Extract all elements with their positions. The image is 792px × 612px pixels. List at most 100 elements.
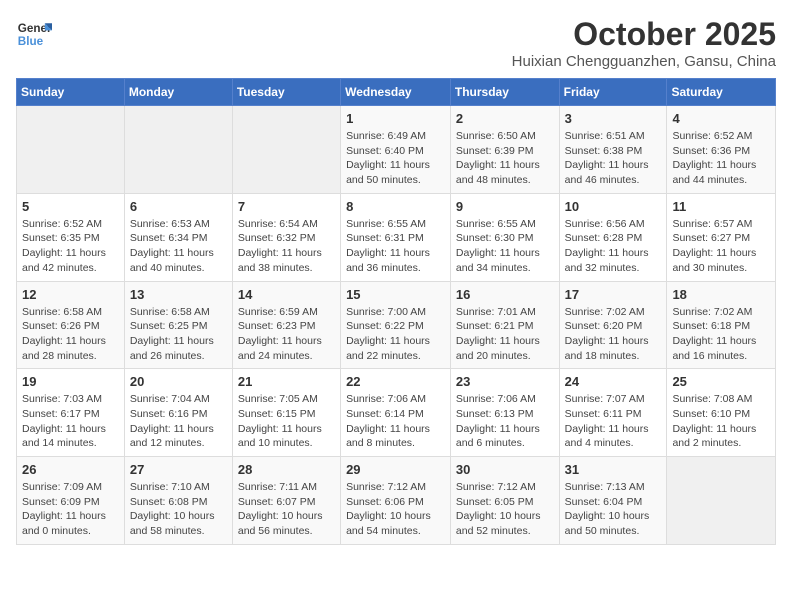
calendar-table: SundayMondayTuesdayWednesdayThursdayFrid… [16, 78, 776, 545]
day-cell: 6 Sunrise: 6:53 AM Sunset: 6:34 PM Daylig… [124, 193, 232, 281]
day-number: 25 [672, 374, 770, 389]
day-number: 19 [22, 374, 119, 389]
day-cell [17, 106, 125, 194]
day-cell: 7 Sunrise: 6:54 AM Sunset: 6:32 PM Daylig… [232, 193, 340, 281]
weekday-header-tuesday: Tuesday [232, 79, 340, 106]
weekday-header-wednesday: Wednesday [341, 79, 451, 106]
day-info: Sunrise: 7:04 AM Sunset: 6:16 PM Dayligh… [130, 392, 227, 451]
week-row-5: 26Sunrise: 7:09 AM Sunset: 6:09 PM Dayli… [17, 457, 776, 545]
day-cell: 17 Sunrise: 7:02 AM Sunset: 6:20 PM Dayli… [559, 281, 667, 369]
day-cell [232, 106, 340, 194]
day-number: 18 [672, 287, 770, 302]
day-number: 23 [456, 374, 554, 389]
weekday-header-sunday: Sunday [17, 79, 125, 106]
day-info: Sunrise: 6:52 AM Sunset: 6:35 PM Dayligh… [22, 217, 119, 276]
day-number: 6 [130, 199, 227, 214]
day-cell: 12Sunrise: 6:58 AM Sunset: 6:26 PM Dayli… [17, 281, 125, 369]
weekday-header-friday: Friday [559, 79, 667, 106]
day-cell: 10Sunrise: 6:56 AM Sunset: 6:28 PM Dayli… [559, 193, 667, 281]
day-cell: 20 Sunrise: 7:04 AM Sunset: 6:16 PM Dayli… [124, 369, 232, 457]
day-info: Sunrise: 6:57 AM Sunset: 6:27 PM Dayligh… [672, 217, 770, 276]
day-info: Sunrise: 7:12 AM Sunset: 6:06 PM Dayligh… [346, 480, 445, 539]
day-info: Sunrise: 7:06 AM Sunset: 6:14 PM Dayligh… [346, 392, 445, 451]
day-info: Sunrise: 6:52 AM Sunset: 6:36 PM Dayligh… [672, 129, 770, 188]
week-row-4: 19 Sunrise: 7:03 AM Sunset: 6:17 PM Dayli… [17, 369, 776, 457]
day-info: Sunrise: 7:11 AM Sunset: 6:07 PM Dayligh… [238, 480, 335, 539]
day-info: Sunrise: 7:08 AM Sunset: 6:10 PM Dayligh… [672, 392, 770, 451]
day-cell: 5 Sunrise: 6:52 AM Sunset: 6:35 PM Daylig… [17, 193, 125, 281]
day-cell: 4 Sunrise: 6:52 AM Sunset: 6:36 PM Daylig… [667, 106, 776, 194]
day-info: Sunrise: 7:01 AM Sunset: 6:21 PM Dayligh… [456, 305, 554, 364]
month-title: October 2025 [512, 16, 776, 53]
day-info: Sunrise: 6:54 AM Sunset: 6:32 PM Dayligh… [238, 217, 335, 276]
day-info: Sunrise: 6:59 AM Sunset: 6:23 PM Dayligh… [238, 305, 335, 364]
day-cell: 24 Sunrise: 7:07 AM Sunset: 6:11 PM Dayli… [559, 369, 667, 457]
day-cell: 16 Sunrise: 7:01 AM Sunset: 6:21 PM Dayli… [450, 281, 559, 369]
day-info: Sunrise: 7:03 AM Sunset: 6:17 PM Dayligh… [22, 392, 119, 451]
day-cell: 13 Sunrise: 6:58 AM Sunset: 6:25 PM Dayli… [124, 281, 232, 369]
location-title: Huixian Chengguanzhen, Gansu, China [512, 53, 776, 70]
day-info: Sunrise: 6:49 AM Sunset: 6:40 PM Dayligh… [346, 129, 445, 188]
day-cell: 19 Sunrise: 7:03 AM Sunset: 6:17 PM Dayli… [17, 369, 125, 457]
day-number: 5 [22, 199, 119, 214]
day-cell: 8Sunrise: 6:55 AM Sunset: 6:31 PM Daylig… [341, 193, 451, 281]
day-number: 17 [565, 287, 662, 302]
day-cell: 2 Sunrise: 6:50 AM Sunset: 6:39 PM Daylig… [450, 106, 559, 194]
day-info: Sunrise: 7:07 AM Sunset: 6:11 PM Dayligh… [565, 392, 662, 451]
day-info: Sunrise: 7:13 AM Sunset: 6:04 PM Dayligh… [565, 480, 662, 539]
day-info: Sunrise: 7:05 AM Sunset: 6:15 PM Dayligh… [238, 392, 335, 451]
day-cell: 30 Sunrise: 7:12 AM Sunset: 6:05 PM Dayli… [450, 457, 559, 545]
week-row-1: 1Sunrise: 6:49 AM Sunset: 6:40 PM Daylig… [17, 106, 776, 194]
day-cell: 9Sunrise: 6:55 AM Sunset: 6:30 PM Daylig… [450, 193, 559, 281]
day-number: 9 [456, 199, 554, 214]
day-number: 29 [346, 462, 445, 477]
day-cell: 15 Sunrise: 7:00 AM Sunset: 6:22 PM Dayli… [341, 281, 451, 369]
day-number: 13 [130, 287, 227, 302]
day-info: Sunrise: 7:02 AM Sunset: 6:20 PM Dayligh… [565, 305, 662, 364]
day-cell: 23Sunrise: 7:06 AM Sunset: 6:13 PM Dayli… [450, 369, 559, 457]
day-info: Sunrise: 6:53 AM Sunset: 6:34 PM Dayligh… [130, 217, 227, 276]
day-cell [124, 106, 232, 194]
day-cell: 18 Sunrise: 7:02 AM Sunset: 6:18 PM Dayli… [667, 281, 776, 369]
week-row-3: 12Sunrise: 6:58 AM Sunset: 6:26 PM Dayli… [17, 281, 776, 369]
day-number: 11 [672, 199, 770, 214]
day-number: 7 [238, 199, 335, 214]
day-number: 27 [130, 462, 227, 477]
day-info: Sunrise: 7:00 AM Sunset: 6:22 PM Dayligh… [346, 305, 445, 364]
day-info: Sunrise: 7:10 AM Sunset: 6:08 PM Dayligh… [130, 480, 227, 539]
weekday-header-row: SundayMondayTuesdayWednesdayThursdayFrid… [17, 79, 776, 106]
day-info: Sunrise: 7:12 AM Sunset: 6:05 PM Dayligh… [456, 480, 554, 539]
day-cell: 28 Sunrise: 7:11 AM Sunset: 6:07 PM Dayli… [232, 457, 340, 545]
page-header: General Blue October 2025 Huixian Chengg… [16, 16, 776, 70]
day-number: 31 [565, 462, 662, 477]
day-cell: 31 Sunrise: 7:13 AM Sunset: 6:04 PM Dayli… [559, 457, 667, 545]
weekday-header-saturday: Saturday [667, 79, 776, 106]
day-number: 4 [672, 111, 770, 126]
day-info: Sunrise: 6:50 AM Sunset: 6:39 PM Dayligh… [456, 129, 554, 188]
day-info: Sunrise: 6:58 AM Sunset: 6:25 PM Dayligh… [130, 305, 227, 364]
day-number: 15 [346, 287, 445, 302]
day-info: Sunrise: 6:51 AM Sunset: 6:38 PM Dayligh… [565, 129, 662, 188]
day-number: 2 [456, 111, 554, 126]
day-cell: 21Sunrise: 7:05 AM Sunset: 6:15 PM Dayli… [232, 369, 340, 457]
day-info: Sunrise: 7:02 AM Sunset: 6:18 PM Dayligh… [672, 305, 770, 364]
day-cell: 22Sunrise: 7:06 AM Sunset: 6:14 PM Dayli… [341, 369, 451, 457]
day-number: 28 [238, 462, 335, 477]
week-row-2: 5 Sunrise: 6:52 AM Sunset: 6:35 PM Daylig… [17, 193, 776, 281]
day-cell [667, 457, 776, 545]
day-number: 20 [130, 374, 227, 389]
day-info: Sunrise: 6:56 AM Sunset: 6:28 PM Dayligh… [565, 217, 662, 276]
day-cell: 26Sunrise: 7:09 AM Sunset: 6:09 PM Dayli… [17, 457, 125, 545]
day-number: 14 [238, 287, 335, 302]
day-cell: 29 Sunrise: 7:12 AM Sunset: 6:06 PM Dayli… [341, 457, 451, 545]
logo-icon: General Blue [16, 16, 52, 52]
day-cell: 3Sunrise: 6:51 AM Sunset: 6:38 PM Daylig… [559, 106, 667, 194]
day-number: 12 [22, 287, 119, 302]
day-number: 30 [456, 462, 554, 477]
day-cell: 11 Sunrise: 6:57 AM Sunset: 6:27 PM Dayli… [667, 193, 776, 281]
logo: General Blue [16, 16, 52, 52]
day-number: 8 [346, 199, 445, 214]
day-cell: 25 Sunrise: 7:08 AM Sunset: 6:10 PM Dayli… [667, 369, 776, 457]
day-number: 24 [565, 374, 662, 389]
day-number: 16 [456, 287, 554, 302]
